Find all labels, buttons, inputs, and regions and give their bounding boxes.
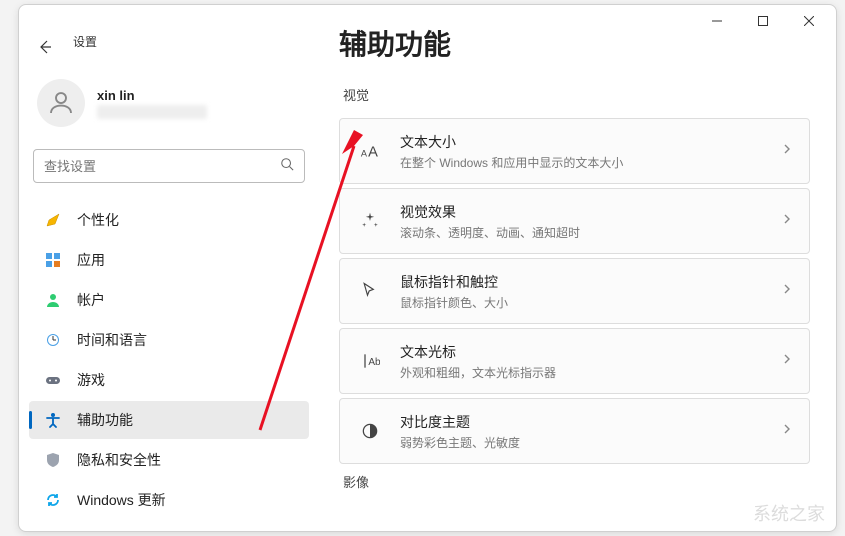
nav-item-label: Windows 更新 <box>77 490 166 510</box>
chevron-right-icon <box>781 422 793 440</box>
search-input[interactable] <box>44 159 280 174</box>
header: 设置 辅助功能 <box>19 37 836 77</box>
settings-card[interactable]: 视觉效果滚动条、透明度、动画、通知超时 <box>339 188 810 254</box>
card-title: 视觉效果 <box>400 202 781 222</box>
settings-card[interactable]: Ab 文本光标外观和粗细，文本光标指示器 <box>339 328 810 394</box>
privacy-icon <box>43 450 63 470</box>
chevron-right-icon <box>781 212 793 230</box>
sidebar: xin lin 个性化应用帐户时间和语言游戏辅助功能隐私和安全性 Windows … <box>19 77 317 531</box>
sparkle-icon <box>356 211 384 231</box>
maximize-button[interactable] <box>740 5 786 37</box>
text-size-icon: AA <box>356 140 384 162</box>
contrast-icon <box>356 421 384 441</box>
avatar-icon <box>37 79 85 127</box>
nav-item-label: 辅助功能 <box>77 410 133 430</box>
pointer-icon <box>356 281 384 301</box>
nav-item-accounts[interactable]: 帐户 <box>29 281 309 319</box>
svg-text:A: A <box>368 145 378 161</box>
card-title: 文本大小 <box>400 132 781 152</box>
back-button[interactable] <box>23 31 67 63</box>
nav-item-update[interactable]: Windows 更新 <box>29 481 309 519</box>
nav-item-label: 个性化 <box>77 210 119 230</box>
search-icon <box>280 157 294 176</box>
card-title: 对比度主题 <box>400 412 781 432</box>
nav-item-label: 时间和语言 <box>77 330 147 350</box>
nav-item-personalize[interactable]: 个性化 <box>29 201 309 239</box>
settings-window: 设置 辅助功能 xin lin 个性化应用帐户时间和语言游戏辅助功能隐私和安全性… <box>18 4 837 532</box>
personalize-icon <box>43 210 63 230</box>
section-header: 影像 <box>343 472 810 491</box>
card-title: 鼠标指针和触控 <box>400 272 781 292</box>
update-icon <box>43 490 63 510</box>
nav-item-accessibility[interactable]: 辅助功能 <box>29 401 309 439</box>
content-area: 视觉 AA 文本大小在整个 Windows 和应用中显示的文本大小视觉效果滚动条、透… <box>317 77 836 531</box>
card-desc: 滚动条、透明度、动画、通知超时 <box>400 224 781 241</box>
page-title: 辅助功能 <box>339 23 451 63</box>
accounts-icon <box>43 290 63 310</box>
svg-text:A: A <box>361 149 368 159</box>
user-email <box>97 105 207 119</box>
section-header: 视觉 <box>343 85 810 104</box>
nav-item-label: 游戏 <box>77 370 105 390</box>
nav-item-label: 帐户 <box>77 290 105 310</box>
cursor-icon: Ab <box>356 351 384 371</box>
settings-card[interactable]: 对比度主题弱势彩色主题、光敏度 <box>339 398 810 464</box>
svg-text:Ab: Ab <box>368 357 380 368</box>
card-title: 文本光标 <box>400 342 781 362</box>
app-title: 设置 <box>73 33 97 50</box>
card-desc: 外观和粗细，文本光标指示器 <box>400 364 781 381</box>
nav-item-gaming[interactable]: 游戏 <box>29 361 309 399</box>
minimize-button[interactable] <box>694 5 740 37</box>
nav-list: 个性化应用帐户时间和语言游戏辅助功能隐私和安全性 Windows 更新 <box>29 201 309 519</box>
time-icon <box>43 330 63 350</box>
chevron-right-icon <box>781 352 793 370</box>
nav-item-time[interactable]: 时间和语言 <box>29 321 309 359</box>
card-desc: 弱势彩色主题、光敏度 <box>400 434 781 451</box>
accessibility-icon <box>43 410 63 430</box>
card-desc: 在整个 Windows 和应用中显示的文本大小 <box>400 154 781 171</box>
settings-card[interactable]: AA 文本大小在整个 Windows 和应用中显示的文本大小 <box>339 118 810 184</box>
nav-item-label: 应用 <box>77 250 105 270</box>
nav-item-privacy[interactable]: 隐私和安全性 <box>29 441 309 479</box>
user-name: xin lin <box>97 88 207 103</box>
nav-item-apps[interactable]: 应用 <box>29 241 309 279</box>
chevron-right-icon <box>781 142 793 160</box>
apps-icon <box>43 250 63 270</box>
close-button[interactable] <box>786 5 832 37</box>
card-desc: 鼠标指针颜色、大小 <box>400 294 781 311</box>
profile-block[interactable]: xin lin <box>29 77 309 131</box>
settings-card[interactable]: 鼠标指针和触控鼠标指针颜色、大小 <box>339 258 810 324</box>
chevron-right-icon <box>781 282 793 300</box>
nav-item-label: 隐私和安全性 <box>77 450 161 470</box>
search-box[interactable] <box>33 149 305 183</box>
gaming-icon <box>43 370 63 390</box>
